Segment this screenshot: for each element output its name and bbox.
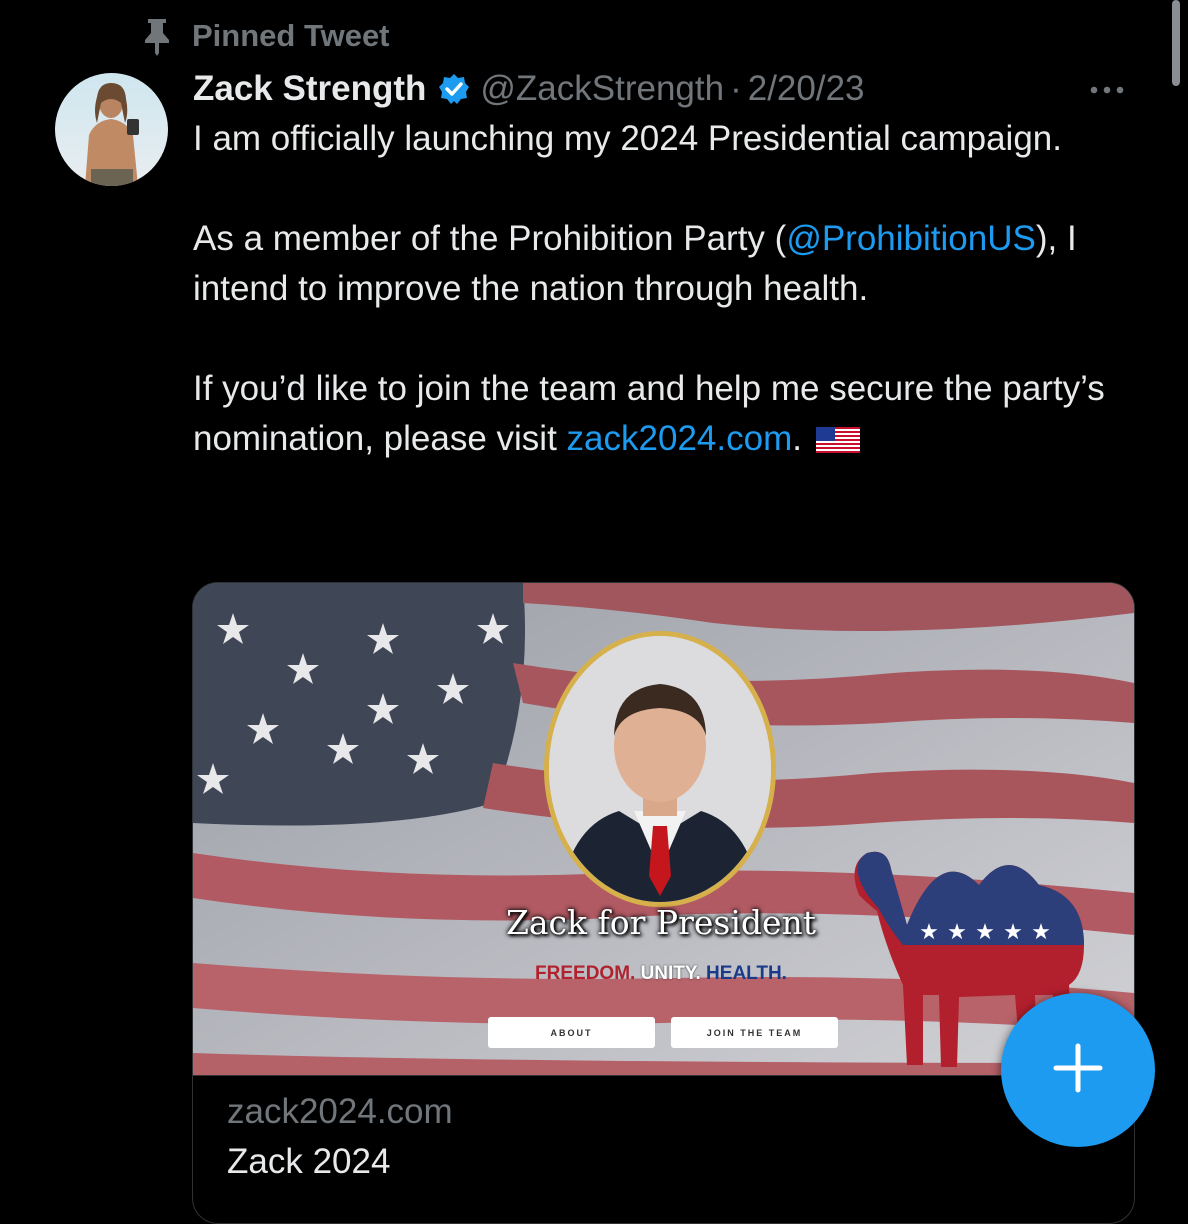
- pinned-label: Pinned Tweet: [192, 18, 390, 53]
- link-preview-card[interactable]: Zack for President FREEDOM. UNITY. HEALT…: [192, 582, 1135, 1224]
- tweet-text-segment: As a member of the Prohibition Party (: [193, 219, 787, 258]
- pinned-indicator: Pinned Tweet: [140, 14, 390, 58]
- svg-text:★: ★: [919, 920, 939, 945]
- site-title: Zack for President: [505, 903, 817, 942]
- mention-link[interactable]: @ProhibitionUS: [786, 219, 1036, 258]
- card-info[interactable]: zack2024.com Zack 2024: [193, 1075, 1134, 1223]
- svg-text:★: ★: [947, 920, 967, 945]
- tweet-header: Zack Strength @ZackStrength · 2/20/23: [193, 64, 865, 114]
- card-image[interactable]: Zack for President FREEDOM. UNITY. HEALT…: [193, 583, 1134, 1075]
- site-slogan: FREEDOM. UNITY. HEALTH.: [489, 963, 833, 985]
- pin-icon: [140, 16, 174, 56]
- tweet-text-segment: .: [792, 419, 802, 458]
- website-link[interactable]: zack2024.com: [567, 419, 793, 458]
- tweet-paragraph-1: I am officially launching my 2024 Presid…: [193, 119, 1062, 158]
- candidate-portrait: [544, 631, 776, 907]
- compose-button[interactable]: [1001, 993, 1155, 1147]
- svg-text:★: ★: [975, 920, 995, 945]
- plus-icon: [1051, 1041, 1105, 1100]
- avatar[interactable]: [55, 73, 168, 186]
- us-flag-emoji-icon: [815, 417, 860, 453]
- svg-text:★: ★: [1003, 920, 1023, 945]
- tweet-paragraph-3: If you’d like to join the team and help …: [193, 364, 1153, 464]
- card-domain: zack2024.com: [227, 1092, 453, 1131]
- tweet-date[interactable]: 2/20/23: [748, 69, 865, 109]
- join-team-button[interactable]: JOIN THE TEAM: [671, 1017, 838, 1048]
- scrollbar[interactable]: [1172, 0, 1180, 86]
- verified-badge-icon[interactable]: [438, 73, 470, 105]
- svg-text:★: ★: [1031, 920, 1051, 945]
- tweet-paragraph-2: As a member of the Prohibition Party (@P…: [193, 214, 1153, 314]
- about-button[interactable]: ABOUT: [488, 1017, 655, 1048]
- card-title: Zack 2024: [227, 1142, 391, 1181]
- slogan-unity: UNITY.: [640, 963, 701, 984]
- meta-separator: ·: [730, 69, 742, 108]
- more-horizontal-icon[interactable]: [1084, 78, 1130, 102]
- slogan-health: HEALTH.: [706, 963, 787, 984]
- author-handle[interactable]: @ZackStrength: [480, 69, 724, 109]
- slogan-freedom: FREEDOM.: [535, 963, 636, 984]
- tweet-text: I am officially launching my 2024 Presid…: [193, 114, 1153, 464]
- author-display-name[interactable]: Zack Strength: [193, 69, 426, 109]
